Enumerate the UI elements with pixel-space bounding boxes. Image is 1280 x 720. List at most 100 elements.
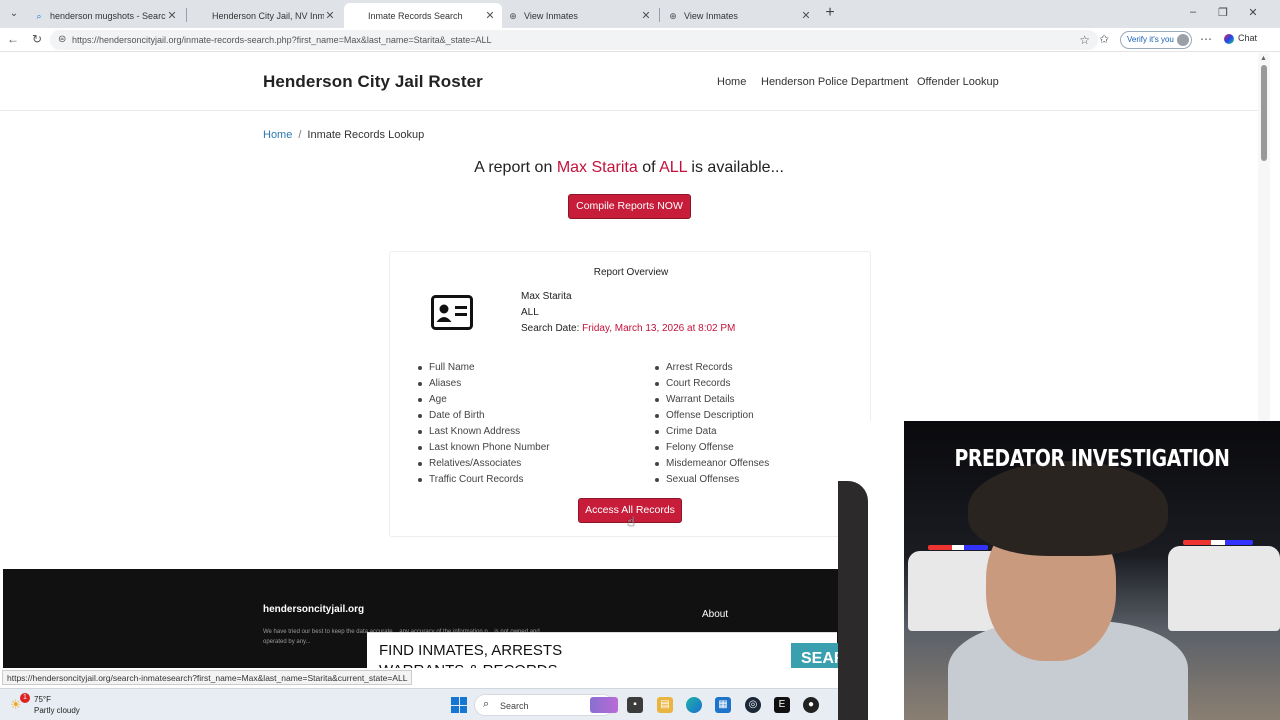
headline-name: Max Starita xyxy=(556,159,638,176)
card-title: Report Overview xyxy=(593,267,669,278)
tab-view-inmates-1[interactable]: ⊕ View Inmates ✕ xyxy=(500,3,658,28)
back-arrow-icon[interactable]: ← xyxy=(6,32,20,46)
report-search-date: Search Date: Friday, March 13, 2026 at 8… xyxy=(521,323,735,334)
favorites-icon[interactable]: ✩ xyxy=(1099,32,1109,46)
tab-title: Henderson City Jail, NV Inmate Se xyxy=(212,10,324,21)
footer-about-heading[interactable]: About xyxy=(702,609,728,620)
ad-search-button[interactable]: SEAR xyxy=(791,643,841,668)
feature-item: Aliases xyxy=(417,378,462,389)
copilot-app-icon[interactable] xyxy=(590,697,618,713)
breadcrumb-home-link[interactable]: Home xyxy=(263,129,292,141)
headline-of: of xyxy=(642,159,656,176)
page-icon xyxy=(352,11,362,21)
close-icon[interactable]: ✕ xyxy=(640,9,652,22)
feature-item: Last known Phone Number xyxy=(418,442,550,453)
feature-item: Misdemeanor Offenses xyxy=(654,458,770,469)
tab-title: henderson mugshots - Search xyxy=(50,10,166,21)
search-date-value: Friday, March 13, 2026 at 8:02 PM xyxy=(582,323,736,334)
search-icon: ⌕ xyxy=(483,698,490,710)
minimize-icon[interactable]: – xyxy=(1186,6,1200,18)
compile-reports-button[interactable]: Compile Reports NOW xyxy=(568,194,691,219)
close-icon[interactable]: ✕ xyxy=(484,9,496,22)
window-close-icon[interactable]: ✕ xyxy=(1246,6,1260,19)
advertisement-banner[interactable]: FIND INMATES, ARRESTS WARRANTS & RECORDS… xyxy=(367,632,841,668)
app-icon[interactable]: ● xyxy=(803,697,819,713)
report-headline: A report on Max Starita of ALL is availa… xyxy=(0,159,1258,177)
police-lightbar-left xyxy=(928,545,988,550)
copilot-icon xyxy=(1224,33,1234,44)
person-hair xyxy=(968,461,1168,556)
headline-suffix: is available... xyxy=(691,159,784,176)
tab-title: View Inmates xyxy=(684,10,738,21)
police-car-right xyxy=(1168,546,1280,631)
breadcrumb-current: Inmate Records Lookup xyxy=(307,129,425,141)
ad-text[interactable]: FIND INMATES, ARRESTS WARRANTS & RECORDS xyxy=(379,641,609,668)
copilot-chat-button[interactable]: Chat xyxy=(1224,33,1257,44)
nav-home-link[interactable]: Home xyxy=(717,76,746,88)
nav-offender-lookup-link[interactable]: Offender Lookup xyxy=(917,76,999,88)
report-name: Max Starita xyxy=(521,291,572,302)
address-bar-row: ← ↻ ⊜ https://hendersoncityjail.org/inma… xyxy=(0,28,1280,52)
more-menu-icon[interactable]: ⋯ xyxy=(1200,32,1212,46)
store-icon[interactable]: ▦ xyxy=(715,697,731,713)
chair-shape xyxy=(838,481,868,720)
footer-site-name[interactable]: hendersoncityjail.org xyxy=(263,604,364,615)
globe-icon: ⊕ xyxy=(669,10,677,21)
reload-icon[interactable]: ↻ xyxy=(30,32,44,46)
globe-icon: ⊕ xyxy=(509,10,517,21)
feature-item: Crime Data xyxy=(655,426,717,437)
chat-label: Chat xyxy=(1238,33,1258,43)
edge-browser-icon[interactable] xyxy=(686,697,702,713)
feature-item: Traffic Court Records xyxy=(417,474,524,485)
tab-inmate-records[interactable]: Inmate Records Search ✕ xyxy=(344,3,502,28)
feature-item: Date of Birth xyxy=(418,410,485,421)
notification-badge: 1 xyxy=(20,693,30,703)
status-bar-url: https://hendersoncityjail.org/search-inm… xyxy=(2,670,413,685)
url-text[interactable]: https://hendersoncityjail.org/inmate-rec… xyxy=(72,35,491,45)
close-icon[interactable]: ✕ xyxy=(324,9,336,22)
tab-jail-search[interactable]: Henderson City Jail, NV Inmate Se ✕ xyxy=(188,3,342,28)
close-icon[interactable]: ✕ xyxy=(166,9,178,22)
tab-view-inmates-2[interactable]: ⊕ View Inmates ✕ xyxy=(660,3,818,28)
report-overview-card: Report Overview Max Starita ALL Search D… xyxy=(389,251,871,537)
site-info-icon[interactable]: ⊜ xyxy=(58,34,66,45)
scrollbar-thumb[interactable] xyxy=(1261,65,1267,161)
scroll-up-arrow-icon[interactable]: ▲ xyxy=(1260,55,1267,62)
file-explorer-icon[interactable]: ▤ xyxy=(657,697,673,713)
restore-icon[interactable]: ❐ xyxy=(1216,6,1230,19)
taskbar-search-label: Search xyxy=(500,701,529,711)
headline-prefix: A report on xyxy=(474,159,553,176)
new-tab-plus-icon[interactable]: + xyxy=(822,5,838,21)
search-date-label: Search Date: xyxy=(521,323,580,334)
page-icon xyxy=(196,11,206,21)
tab-title: Inmate Records Search xyxy=(368,10,463,21)
epic-games-icon[interactable]: E xyxy=(774,697,790,713)
feature-item: Full Name xyxy=(418,362,475,373)
feature-item: Arrest Records xyxy=(655,362,733,373)
feature-item: Relatives/Associates xyxy=(417,458,522,469)
close-icon[interactable]: ✕ xyxy=(800,9,812,22)
windows-start-icon[interactable] xyxy=(451,697,467,713)
feature-item: Felony Offense xyxy=(655,442,734,453)
profile-avatar xyxy=(1177,34,1189,46)
task-view-icon[interactable]: ▪ xyxy=(627,697,643,713)
feature-item: Warrant Details xyxy=(655,394,735,405)
site-title[interactable]: Henderson City Jail Roster xyxy=(263,72,483,92)
tab-list-chevron-icon[interactable]: ⌄ xyxy=(6,6,22,22)
bookmark-star-icon[interactable]: ☆ xyxy=(1079,33,1090,47)
tab-title: View Inmates xyxy=(524,10,578,21)
verify-profile-button[interactable]: Verify it's you xyxy=(1120,31,1192,49)
headline-state: ALL xyxy=(659,159,687,176)
nav-police-department-link[interactable]: Henderson Police Department xyxy=(761,76,908,88)
hand-cursor-icon: ☝ xyxy=(627,514,635,529)
breadcrumb: Home / Inmate Records Lookup xyxy=(263,129,424,141)
address-bar[interactable]: ⊜ https://hendersoncityjail.org/inmate-r… xyxy=(50,30,1098,50)
verify-label: Verify it's you xyxy=(1127,35,1174,44)
feature-item: Last Known Address xyxy=(417,426,521,437)
tab-search-results[interactable]: ⌕ henderson mugshots - Search ✕ xyxy=(26,3,184,28)
steam-icon[interactable]: ◎ xyxy=(745,697,761,713)
tab-divider xyxy=(186,8,187,22)
id-card-icon xyxy=(431,295,473,330)
feature-item: Age xyxy=(418,394,447,405)
feature-item: Offense Description xyxy=(655,410,754,421)
